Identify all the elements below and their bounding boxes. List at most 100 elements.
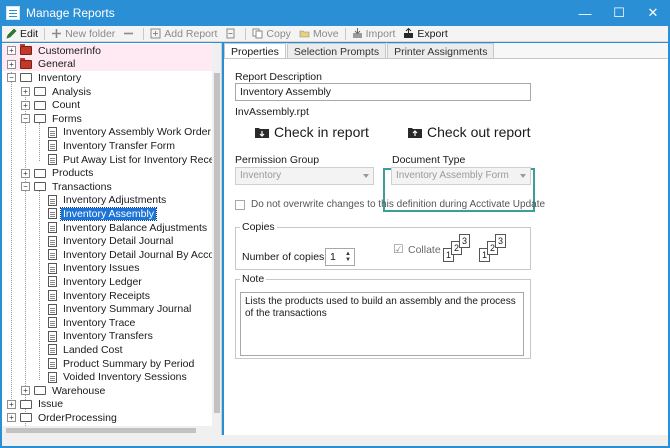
report-document-icon [48,303,57,315]
tree-item-report[interactable]: Voided Inventory Sessions [2,370,189,384]
report-document-icon [48,249,57,261]
tree-item-label: Inventory Detail Journal By Account [63,248,222,261]
expand-icon[interactable]: + [7,399,16,409]
tree-item-label: Inventory Trace [63,316,136,329]
page-icon: 3 [495,234,506,248]
tree-item-general[interactable]: + General [2,57,212,72]
tree-item-label: Landed Cost [63,343,123,356]
tree-item-label: General [38,58,76,71]
collate-pages-icon: 1 2 3 [479,234,506,262]
tree-horizontal-scrollbar[interactable] [2,426,212,435]
report-document-icon [48,290,57,302]
report-details-pane: Properties Selection Prompts Printer Ass… [224,43,668,435]
copy-label: Copy [266,27,291,40]
tree-item-orderprocessing[interactable]: + OrderProcessing [2,411,119,425]
scrollbar-thumb[interactable] [214,73,220,413]
tree-item-products[interactable]: + Products [2,166,95,180]
tree-item-report[interactable]: Inventory Issues [2,262,141,276]
check-in-report-button[interactable]: Check in report [254,124,369,140]
collapse-icon[interactable]: − [7,73,16,83]
tree-vertical-scrollbar[interactable] [212,43,221,435]
remove-report-button[interactable] [221,26,243,42]
stepper-arrows-icon[interactable]: ▲ ▼ [344,251,352,263]
expand-icon[interactable]: + [21,386,30,396]
collate-check-icon[interactable]: ☑ [393,242,404,256]
move-folder-icon [299,28,310,39]
expand-icon[interactable]: + [21,100,30,110]
tree-item-report[interactable]: Inventory Balance Adjustments [2,221,209,235]
report-document-icon [48,235,57,247]
report-document-icon [48,262,57,274]
close-button[interactable]: ✕ [636,0,670,26]
copy-button[interactable]: Copy [248,26,295,42]
do-not-overwrite-label: Do not overwrite changes to this definit… [251,199,546,210]
tree-item-label: Voided Inventory Sessions [63,371,187,384]
tree-item-report[interactable]: Inventory Transfers [2,330,155,344]
tree-item-report[interactable]: Inventory Summary Journal [2,302,193,316]
note-textarea[interactable]: Lists the products used to build an asse… [240,292,524,356]
permission-group-select[interactable]: Inventory [235,167,374,185]
tree-item-label: Transactions [52,180,112,193]
tree-item-report[interactable]: Inventory Ledger [2,275,144,289]
tab-properties[interactable]: Properties [224,43,286,59]
new-folder-label: New folder [65,27,116,40]
number-of-copies-label: Number of copies: [242,251,328,263]
import-button[interactable]: Import [348,26,400,42]
folder-icon [34,384,46,396]
add-report-label: Add Report [164,27,218,40]
tree-item-report[interactable]: Inventory Detail Journal By Account [2,248,222,262]
tree-item-report[interactable]: Put Away List for Inventory Receipts [2,153,221,167]
check-out-report-button[interactable]: Check out report [407,124,531,140]
move-button[interactable]: Move [295,26,343,42]
tree-item-report-selected[interactable]: Inventory Assembly [2,206,158,221]
tree-item-label: Inventory [38,71,82,84]
tree-item-count[interactable]: + Count [2,98,82,112]
export-button[interactable]: Export [399,26,451,42]
collapse-icon[interactable]: − [21,182,30,192]
tree-item-report[interactable]: Inventory Adjustments [2,194,168,208]
minimize-button[interactable]: — [568,0,602,26]
report-document-icon [48,358,57,370]
note-group: Note Lists the products used to build an… [235,273,531,359]
tree-item-forms[interactable]: − Forms [2,112,84,126]
tree-item-transactions[interactable]: − Transactions [2,180,114,194]
add-report-button[interactable]: Add Report [146,26,221,42]
tree-item-report[interactable]: Inventory Transfer Form [2,139,177,153]
tree-item-report[interactable]: Product Summary by Period [2,357,196,371]
tab-printer-assignments[interactable]: Printer Assignments [387,43,495,59]
tree-item-inventory[interactable]: − Inventory [2,71,83,85]
tree-item-label: Inventory Detail Journal [63,235,174,248]
collate-label: Collate [408,244,441,256]
expand-icon[interactable]: + [7,59,16,69]
toolbar-separator [245,27,247,40]
edit-button[interactable]: Edit [2,26,42,42]
tab-selection-prompts[interactable]: Selection Prompts [286,43,387,59]
collapse-icon[interactable]: − [21,114,30,124]
tree-item-report[interactable]: Inventory Assembly Work Order [2,126,213,140]
expand-icon[interactable]: + [7,413,16,423]
copy-icon [252,28,263,39]
tree-item-report[interactable]: Inventory Detail Journal [2,234,175,248]
report-description-input[interactable]: Inventory Assembly [235,83,531,101]
copies-stepper[interactable]: 1 ▲ ▼ [325,248,355,266]
tree-item-label: CustomerInfo [38,44,102,57]
window-title: Manage Reports [26,6,115,20]
tree-item-issue[interactable]: + Issue [2,397,65,412]
tree-item-report[interactable]: Inventory Trace [2,316,137,330]
scrollbar-thumb[interactable] [6,428,196,433]
permission-group-label: Permission Group [235,154,320,166]
expand-icon[interactable]: + [7,46,16,56]
do-not-overwrite-checkbox[interactable] [235,200,245,210]
tree-item-customerinfo[interactable]: + CustomerInfo [2,44,212,58]
new-folder-button[interactable]: New folder [47,26,119,42]
tree-item-warehouse[interactable]: + Warehouse [2,384,107,398]
tree-item-report[interactable]: Landed Cost [2,343,125,357]
delete-button[interactable] [119,26,141,42]
document-type-select[interactable]: Inventory Assembly Form [391,167,531,185]
expand-icon[interactable]: + [21,168,30,178]
expand-icon[interactable]: + [21,87,30,97]
tree-item-report[interactable]: Inventory Receipts [2,289,152,303]
tree-item-analysis[interactable]: + Analysis [2,85,93,99]
maximize-button[interactable]: ☐ [602,0,636,26]
report-document-icon [48,317,57,329]
